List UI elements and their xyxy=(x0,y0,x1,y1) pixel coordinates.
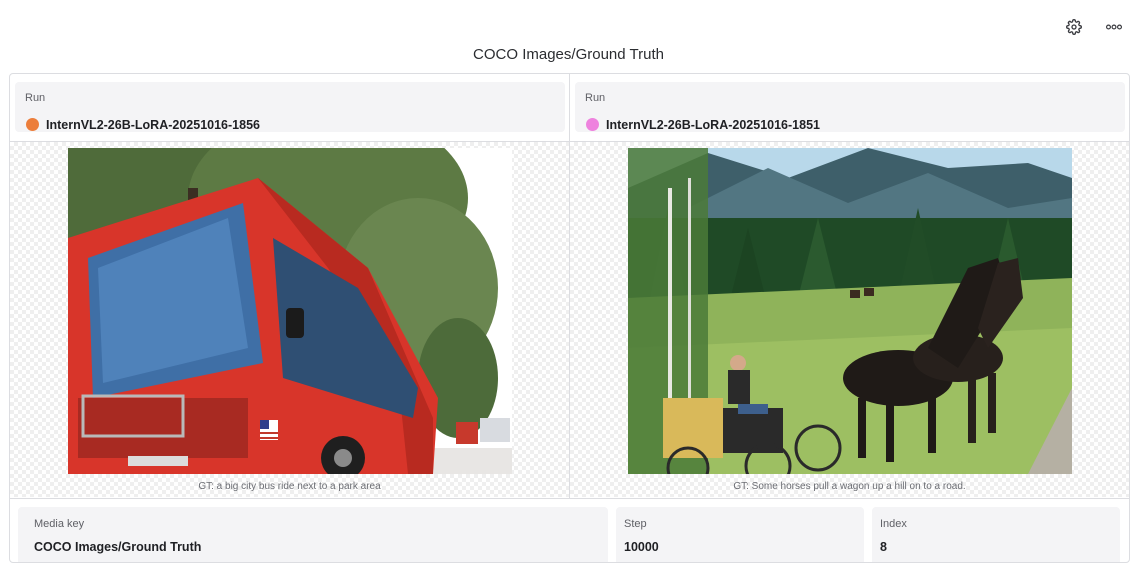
horses-image[interactable] xyxy=(628,148,1072,474)
run-card[interactable]: Run InternVL2-26B-LoRA-20251016-1856 xyxy=(15,82,565,132)
run-column-2: Run InternVL2-26B-LoRA-20251016-1851 GT:… xyxy=(570,74,1129,498)
index-label: Index xyxy=(880,518,907,530)
index-card: Index 8 xyxy=(872,507,1120,562)
run-card[interactable]: Run InternVL2-26B-LoRA-20251016-1851 xyxy=(575,82,1125,132)
image-area: GT: a big city bus ride next to a park a… xyxy=(10,141,569,497)
run-name: InternVL2-26B-LoRA-20251016-1856 xyxy=(46,118,260,132)
media-panel: Run InternVL2-26B-LoRA-20251016-1856 GT:… xyxy=(9,73,1130,563)
gear-icon[interactable] xyxy=(1061,14,1087,40)
image-area: GT: Some horses pull a wagon up a hill o… xyxy=(570,141,1129,497)
step-label: Step xyxy=(624,518,647,530)
media-key-value: COCO Images/Ground Truth xyxy=(34,540,202,554)
run-label: Run xyxy=(25,92,46,104)
bus-image[interactable] xyxy=(68,148,512,474)
more-icon[interactable] xyxy=(1101,14,1127,40)
step-card: Step 10000 xyxy=(616,507,864,562)
image-caption: GT: a big city bus ride next to a park a… xyxy=(198,481,381,492)
media-key-label: Media key xyxy=(34,518,85,530)
run-name: InternVL2-26B-LoRA-20251016-1851 xyxy=(606,118,820,132)
step-value: 10000 xyxy=(624,540,659,554)
run-column-1: Run InternVL2-26B-LoRA-20251016-1856 GT:… xyxy=(10,74,570,498)
image-caption: GT: Some horses pull a wagon up a hill o… xyxy=(733,481,966,492)
panel-title: COCO Images/Ground Truth xyxy=(473,46,664,63)
run-color-dot xyxy=(586,118,599,131)
run-color-dot xyxy=(26,118,39,131)
toolbar xyxy=(0,0,1137,44)
media-footer: Media key COCO Images/Ground Truth Step … xyxy=(10,498,1129,562)
index-value: 8 xyxy=(880,540,887,554)
media-key-card: Media key COCO Images/Ground Truth xyxy=(18,507,608,562)
run-label: Run xyxy=(585,92,606,104)
